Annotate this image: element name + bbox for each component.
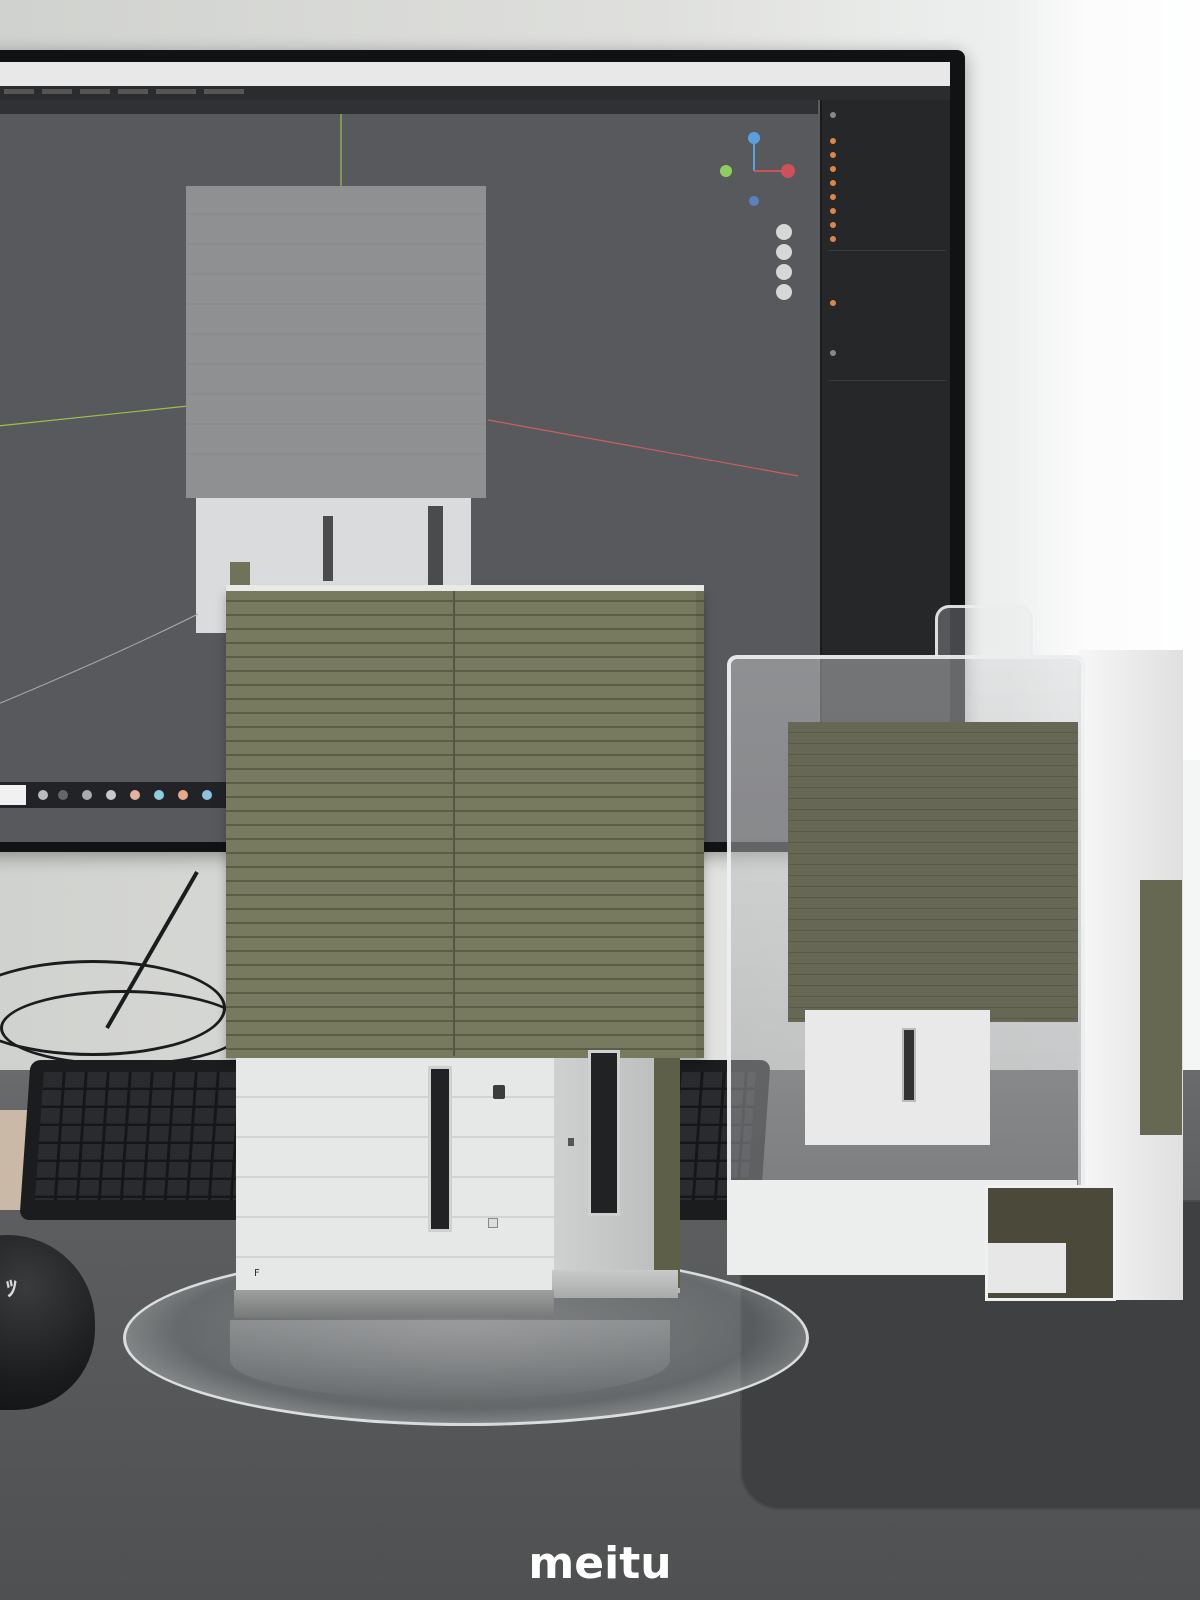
box-side-print xyxy=(1140,880,1182,1135)
object-icon xyxy=(830,152,836,158)
material-swatch xyxy=(178,790,188,800)
model-doorbell xyxy=(568,1138,574,1146)
object-icon xyxy=(830,112,836,118)
viewport-header xyxy=(0,100,818,114)
material-field xyxy=(0,785,26,805)
mouse-logo: ﾂ xyxy=(6,1277,18,1302)
material-swatch xyxy=(82,790,92,800)
menu-item xyxy=(156,89,196,94)
box-thumbnail-print xyxy=(985,1185,1116,1301)
model-lower-wall xyxy=(236,1058,554,1293)
outliner-row xyxy=(830,112,840,122)
object-icon xyxy=(830,350,836,356)
model-window xyxy=(428,1066,452,1232)
outliner-row xyxy=(830,180,840,190)
model-entry-step xyxy=(552,1270,678,1298)
outliner-row xyxy=(830,222,840,232)
object-icon xyxy=(830,166,836,172)
viewport-house-upper xyxy=(186,186,486,498)
object-icon xyxy=(830,300,836,306)
model-siding-seam xyxy=(453,590,455,1056)
y-axis-line xyxy=(487,419,799,477)
object-icon xyxy=(830,138,836,144)
box-model-upper xyxy=(788,722,1078,1022)
menu-item xyxy=(4,89,34,94)
model-outlet xyxy=(488,1218,498,1228)
viewport-door xyxy=(428,506,443,596)
axis-gizmo xyxy=(720,132,795,206)
outliner-row xyxy=(830,350,840,360)
window-light xyxy=(1010,0,1200,760)
model-side-panel xyxy=(654,1058,680,1288)
outliner-row xyxy=(830,194,840,204)
object-icon xyxy=(830,222,836,228)
outliner-row xyxy=(830,166,840,176)
box-model-window xyxy=(902,1028,916,1102)
object-icon xyxy=(830,208,836,214)
viewport-nav-buttons xyxy=(776,224,792,300)
outliner-row xyxy=(830,236,840,246)
material-swatch xyxy=(154,790,164,800)
viewport-curve xyxy=(0,613,199,704)
model-house-number: F xyxy=(254,1268,260,1279)
model-door xyxy=(588,1050,620,1216)
base-reflection xyxy=(230,1320,670,1400)
menu-item xyxy=(204,89,244,94)
material-bar xyxy=(0,782,228,808)
menu-item xyxy=(42,89,72,94)
object-icon xyxy=(830,194,836,200)
x-axis-line xyxy=(0,405,189,427)
model-plinth xyxy=(234,1290,554,1318)
material-swatch xyxy=(38,790,48,800)
box-model-lower xyxy=(805,1010,990,1145)
outliner-divider xyxy=(828,250,946,251)
object-icon xyxy=(830,236,836,242)
photo-scene: ﾂ F meitu xyxy=(0,0,1200,1600)
material-swatch xyxy=(130,790,140,800)
watermark-logo: meitu xyxy=(528,1538,672,1589)
box-hang-tab xyxy=(935,605,1033,656)
app-menubar xyxy=(0,86,950,100)
model-roof-cap xyxy=(226,585,704,591)
object-icon xyxy=(830,180,836,186)
app-titlebar xyxy=(0,62,950,86)
outliner-row xyxy=(830,138,840,148)
material-swatch xyxy=(58,790,68,800)
box-thumbnail-lower xyxy=(988,1243,1066,1293)
outliner-divider xyxy=(828,380,946,381)
model-upper-siding xyxy=(226,588,704,1058)
menu-item xyxy=(118,89,148,94)
viewport-window xyxy=(323,516,333,581)
outliner-row xyxy=(830,300,840,310)
material-swatch xyxy=(106,790,116,800)
material-swatch xyxy=(202,790,212,800)
model-wall-lamp xyxy=(493,1085,505,1099)
outliner-row xyxy=(830,208,840,218)
outliner-row xyxy=(830,152,840,162)
menu-item xyxy=(80,89,110,94)
